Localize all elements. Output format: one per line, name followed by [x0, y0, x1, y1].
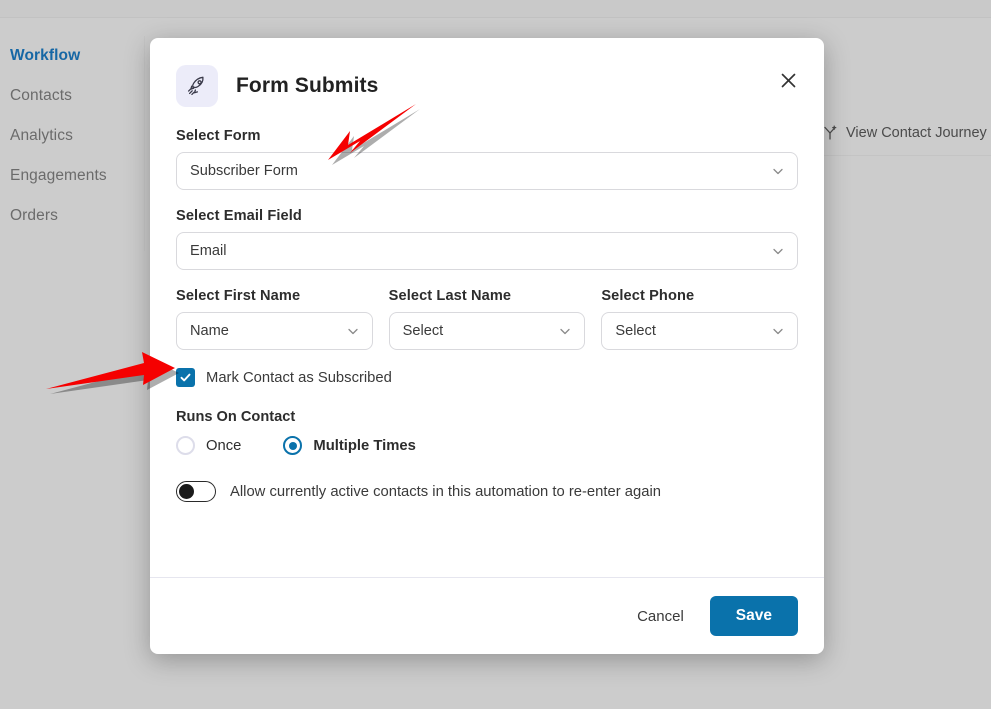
runs-on-contact-label: Runs On Contact [176, 409, 296, 425]
sidebar-item-contacts[interactable]: Contacts [0, 76, 144, 116]
runs-on-contact-radio-group: Once Multiple Times [176, 436, 798, 455]
sidebar-item-label: Workflow [10, 47, 81, 64]
radio-multiple-times[interactable]: Multiple Times [283, 436, 416, 455]
select-email-field: Select Email Field Email [176, 208, 798, 270]
select-email-label: Select Email Field [176, 208, 302, 224]
sidebar-item-engagements[interactable]: Engagements [0, 156, 144, 196]
reenter-toggle[interactable] [176, 481, 216, 502]
chevron-down-icon [348, 328, 358, 335]
select-form-value: Subscriber Form [190, 163, 298, 179]
view-contact-journey-button[interactable]: View Contact Journey [822, 118, 987, 148]
sidebar-item-label: Orders [10, 207, 58, 224]
select-phone-label: Select Phone [601, 288, 695, 304]
modal-title: Form Submits [236, 74, 379, 97]
mark-subscribed-label: Mark Contact as Subscribed [206, 369, 392, 386]
select-form-field: Select Form Subscriber Form [176, 128, 798, 190]
chevron-down-icon [560, 328, 570, 335]
close-icon[interactable] [774, 66, 802, 94]
rocket-icon [176, 65, 218, 107]
save-button[interactable]: Save [709, 596, 798, 636]
sidebar-item-label: Engagements [10, 167, 107, 184]
select-email-value: Email [190, 243, 227, 259]
select-first-name-dropdown[interactable]: Name [176, 312, 373, 350]
select-phone-value: Select [615, 323, 656, 339]
view-contact-journey-label: View Contact Journey [846, 125, 987, 141]
journey-separator [822, 155, 991, 156]
sidebar-item-label: Analytics [10, 127, 73, 144]
sidebar-item-workflow[interactable]: Workflow [0, 36, 144, 76]
select-form-label: Select Form [176, 128, 261, 144]
select-first-name-label: Select First Name [176, 288, 301, 304]
modal-footer: Cancel Save [150, 577, 824, 654]
radio-circle-icon [176, 436, 195, 455]
select-last-name-dropdown[interactable]: Select [388, 312, 586, 350]
select-last-name-field: Select Last Name Select [388, 288, 586, 350]
chevron-down-icon [773, 328, 783, 335]
reenter-toggle-label: Allow currently active contacts in this … [230, 483, 661, 500]
cancel-button[interactable]: Cancel [623, 600, 698, 633]
form-submits-modal: Form Submits Select Form Subscriber Form… [150, 38, 824, 654]
select-phone-dropdown[interactable]: Select [601, 312, 799, 350]
radio-once-label: Once [206, 437, 242, 454]
reenter-toggle-row: Allow currently active contacts in this … [176, 481, 798, 502]
modal-body: Form Submits Select Form Subscriber Form… [150, 38, 824, 577]
mark-subscribed-row: Mark Contact as Subscribed [176, 368, 798, 387]
toggle-knob [178, 483, 194, 499]
sidebar-item-analytics[interactable]: Analytics [0, 116, 144, 156]
sidebar-divider [144, 36, 145, 251]
select-email-dropdown[interactable]: Email [176, 232, 798, 270]
select-first-name-field: Select First Name Name [176, 288, 373, 350]
radio-circle-selected-icon [283, 436, 303, 455]
journey-branch-icon [824, 125, 837, 140]
top-bar [0, 0, 991, 18]
select-last-name-value: Select [402, 323, 444, 339]
sidebar-item-orders[interactable]: Orders [0, 196, 144, 236]
sidebar-item-label: Contacts [10, 87, 72, 104]
modal-header: Form Submits [176, 64, 798, 108]
select-last-name-label: Select Last Name [388, 288, 512, 304]
select-phone-field: Select Phone Select [601, 288, 799, 350]
name-phone-row: Select First Name Name Select Last Name … [176, 288, 799, 350]
select-form-dropdown[interactable]: Subscriber Form [176, 152, 798, 190]
select-first-name-value: Name [190, 323, 229, 339]
sidebar-nav: Workflow Contacts Analytics Engagements … [0, 36, 144, 236]
chevron-down-icon [773, 248, 783, 255]
radio-once[interactable]: Once [176, 436, 241, 455]
radio-multiple-times-label: Multiple Times [313, 437, 416, 454]
chevron-down-icon [773, 168, 783, 175]
mark-subscribed-checkbox[interactable] [176, 368, 195, 387]
